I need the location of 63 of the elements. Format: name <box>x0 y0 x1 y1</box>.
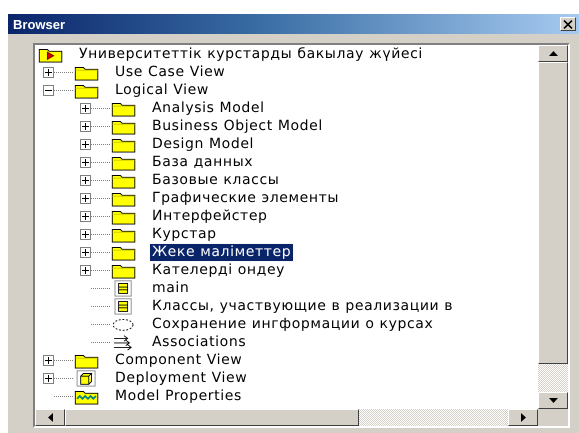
expand-toggle[interactable] <box>80 228 91 240</box>
window-title: Browser <box>13 16 66 32</box>
up-arrow-icon <box>548 51 558 56</box>
scroll-thumb[interactable] <box>65 409 359 426</box>
scroll-down-button[interactable] <box>538 392 568 409</box>
collapse-toggle[interactable] <box>43 84 54 96</box>
tree-item[interactable]: Design Model <box>150 136 256 152</box>
tree-item[interactable]: Use Case View <box>113 64 228 80</box>
plus-icon <box>82 140 89 148</box>
close-button[interactable] <box>560 17 576 31</box>
expand-toggle[interactable] <box>80 246 91 258</box>
scroll-right-button[interactable] <box>508 409 538 426</box>
tree-item[interactable]: Deployment View <box>113 370 250 386</box>
horizontal-scrollbar[interactable] <box>35 409 538 426</box>
tree-item[interactable]: База данных <box>150 154 256 170</box>
tree-item[interactable]: Associations <box>150 334 248 350</box>
down-arrow-icon <box>548 398 558 403</box>
vertical-scrollbar[interactable] <box>538 45 568 409</box>
expand-toggle[interactable] <box>80 192 91 204</box>
close-icon <box>563 20 573 28</box>
tree-item[interactable]: Business Object Model <box>150 118 325 134</box>
tree-item[interactable]: Model Properties <box>113 388 244 404</box>
scroll-left-button[interactable] <box>35 409 65 426</box>
plus-icon <box>45 68 52 76</box>
expand-toggle[interactable] <box>80 174 91 186</box>
tree-item[interactable]: Университеттік курстарды бакылау жүйесі <box>77 46 425 62</box>
plus-icon <box>45 356 52 364</box>
left-arrow-icon <box>48 413 52 422</box>
scrollbar-corner <box>538 409 568 426</box>
tree-item[interactable]: Component View <box>113 352 244 368</box>
expand-toggle[interactable] <box>80 264 91 276</box>
right-arrow-icon <box>520 413 526 422</box>
plus-icon <box>82 122 89 130</box>
expand-toggle[interactable] <box>43 372 54 384</box>
tree-item[interactable]: Графические элементы <box>150 190 342 206</box>
tree-item[interactable]: main <box>150 280 192 296</box>
tree-item[interactable]: Жеке маліметтер <box>150 244 294 260</box>
tree-item[interactable]: Курстар <box>150 226 219 242</box>
expand-toggle[interactable] <box>80 102 91 114</box>
expand-toggle[interactable] <box>80 138 91 150</box>
tree-item[interactable]: Интерфейстер <box>150 208 270 224</box>
plus-icon <box>45 374 52 382</box>
plus-icon <box>82 266 89 274</box>
plus-icon <box>82 176 89 184</box>
plus-icon <box>82 194 89 202</box>
tree-item[interactable]: Logical View <box>113 82 211 98</box>
scroll-thumb[interactable] <box>538 62 568 364</box>
tree-item[interactable]: Базовые классы <box>150 172 282 188</box>
tree-item[interactable]: Сохранение ингформации о курсах <box>150 316 436 332</box>
plus-icon <box>82 158 89 166</box>
tree-item[interactable]: Analysis Model <box>150 100 267 116</box>
expand-toggle[interactable] <box>43 66 54 78</box>
expand-toggle[interactable] <box>80 120 91 132</box>
tree-item[interactable]: Кателерді ондеу <box>150 262 288 278</box>
expand-toggle[interactable] <box>43 354 54 366</box>
scroll-up-button[interactable] <box>538 45 568 62</box>
tree-item[interactable]: Классы, участвующие в реализации в <box>150 298 456 314</box>
expand-toggle[interactable] <box>80 210 91 222</box>
plus-icon <box>82 104 89 112</box>
plus-icon <box>82 212 89 220</box>
expand-toggle[interactable] <box>80 156 91 168</box>
plus-icon <box>82 248 89 256</box>
plus-icon <box>82 230 89 238</box>
